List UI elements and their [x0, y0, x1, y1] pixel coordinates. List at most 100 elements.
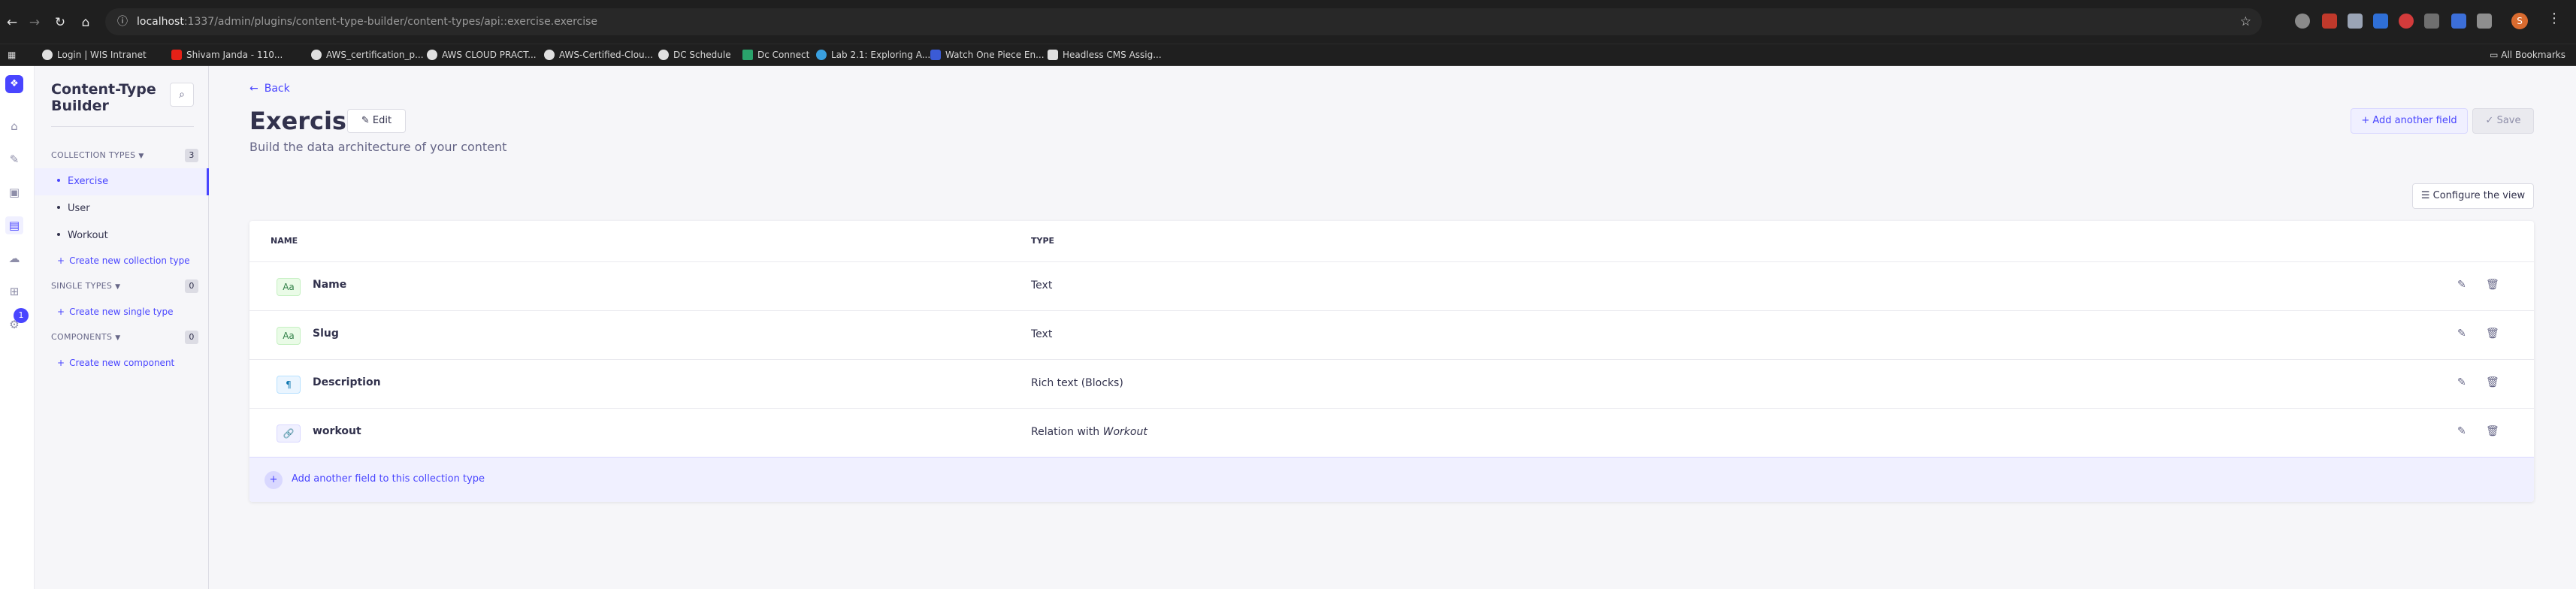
extensions-puzzle-icon[interactable] [2477, 14, 2492, 29]
blocks-field-icon: ¶ [277, 376, 301, 394]
section-components[interactable]: COMPONENTS ▼ 0 [51, 331, 198, 346]
globe-icon [427, 50, 437, 60]
extension-icon[interactable] [2424, 14, 2439, 29]
trash-icon[interactable]: 🗑 [2486, 376, 2499, 388]
apps-grid-icon[interactable]: ▦ [8, 44, 16, 65]
add-another-field-button[interactable]: + Add another field [2351, 108, 2468, 134]
bookmark-item[interactable]: AWS_certification_p... [311, 44, 424, 65]
main-navigation: ❖ ⌂ ✎ ▣ ▤ ☁ ⊞ ⚙ 1 [0, 66, 35, 589]
globe-icon [658, 50, 669, 60]
content-type-builder-icon[interactable]: ▤ [5, 216, 23, 234]
bookmark-item[interactable]: DC Schedule [658, 44, 731, 65]
bookmark-item[interactable]: AWS-Certified-Clou... [544, 44, 653, 65]
field-type: Text [1031, 279, 1053, 291]
pencil-icon[interactable]: ✎ [2457, 328, 2466, 340]
field-type: Relation with Workout [1031, 426, 1147, 438]
configure-view-button[interactable]: ☰ Configure the view [2412, 183, 2534, 209]
relation-target: Workout [1102, 426, 1147, 438]
field-name: Name [313, 279, 347, 291]
add-field-label: Add another field to this collection typ… [292, 473, 485, 485]
search-icon[interactable]: ⌕ [170, 83, 194, 107]
all-bookmarks[interactable]: ▭ All Bookmarks [2490, 44, 2565, 65]
count-badge: 3 [185, 149, 198, 162]
sidebar-item-exercise[interactable]: Exercise [35, 168, 209, 195]
extension-icon[interactable] [2399, 14, 2414, 29]
bookmark-item[interactable]: AWS CLOUD PRACT... [427, 44, 537, 65]
extension-icon[interactable] [2295, 14, 2310, 29]
dc-icon [742, 50, 753, 60]
forward-arrow-icon[interactable]: → [24, 12, 45, 33]
text-field-icon: Aa [277, 327, 301, 345]
browser-menu-icon[interactable]: ⋮ [2547, 11, 2561, 26]
bullet-icon [57, 233, 60, 236]
section-collection-types[interactable]: COLLECTION TYPES ▼ 3 [51, 149, 198, 164]
bookmark-star-icon[interactable]: ☆ [2240, 8, 2251, 35]
marketplace-cart-icon[interactable]: ⊞ [5, 282, 23, 301]
page-subtitle: Build the data architecture of your cont… [249, 140, 507, 154]
create-collection-type-link[interactable]: + Create new collection type [57, 255, 190, 266]
extension-icon[interactable] [2451, 14, 2466, 29]
home-icon[interactable]: ⌂ [5, 117, 23, 135]
extension-icon[interactable] [2373, 14, 2388, 29]
bullet-icon [57, 179, 60, 182]
notification-badge: 1 [14, 308, 29, 323]
site-info-icon[interactable]: ⓘ [117, 8, 128, 35]
pencil-icon[interactable]: ✎ [2457, 376, 2466, 388]
table-row[interactable]: Aa Name Text ✎ 🗑 [249, 261, 2534, 310]
plus-icon: + [57, 358, 65, 368]
chevron-down-icon: ▼ [115, 283, 121, 291]
add-field-row[interactable]: + Add another field to this collection t… [249, 457, 2534, 502]
bookmark-item[interactable]: Dc Connect [742, 44, 809, 65]
section-single-types[interactable]: SINGLE TYPES ▼ 0 [51, 279, 198, 294]
media-library-icon[interactable]: ▣ [5, 183, 23, 201]
plus-circle-icon: + [265, 471, 283, 489]
trash-icon[interactable]: 🗑 [2486, 425, 2499, 437]
globe-icon [544, 50, 555, 60]
cloud-icon [816, 50, 827, 60]
table-row[interactable]: 🔗 workout Relation with Workout ✎ 🗑 [249, 408, 2534, 457]
youtube-icon [171, 50, 182, 60]
address-bar[interactable]: ⓘ localhost:1337/admin/plugins/content-t… [105, 8, 2262, 35]
strapi-admin: ❖ ⌂ ✎ ▣ ▤ ☁ ⊞ ⚙ 1 Content-Type Builder ⌕… [0, 66, 2576, 589]
field-type: Rich text (Blocks) [1031, 377, 1123, 389]
field-name: Slug [313, 328, 339, 340]
pencil-icon[interactable]: ✎ [2457, 279, 2466, 291]
field-type: Text [1031, 328, 1053, 340]
pencil-icon[interactable]: ✎ [2457, 425, 2466, 437]
globe-icon [42, 50, 53, 60]
url-text: localhost:1337/admin/plugins/content-typ… [137, 16, 598, 28]
content-manager-icon[interactable]: ✎ [5, 150, 23, 168]
bookmark-item[interactable]: Watch One Piece En... [930, 44, 1045, 65]
bullet-icon [57, 206, 60, 209]
edit-button[interactable]: ✎ Edit [347, 109, 406, 133]
bookmarks-bar: ▦ Login | WIS Intranet Shivam Janda - 11… [0, 44, 2576, 66]
save-button[interactable]: ✓ Save [2472, 108, 2534, 134]
home-icon[interactable]: ⌂ [75, 12, 96, 33]
page-title: Exercise [249, 107, 363, 135]
fields-table: NAME TYPE Aa Name Text ✎ 🗑 Aa Slug Text … [249, 221, 2534, 502]
create-component-link[interactable]: + Create new component [57, 358, 174, 368]
back-link[interactable]: ← Back [249, 83, 290, 95]
table-row[interactable]: ¶ Description Rich text (Blocks) ✎ 🗑 [249, 359, 2534, 408]
sidebar-item-workout[interactable]: Workout [35, 222, 209, 249]
trash-icon[interactable]: 🗑 [2486, 279, 2499, 291]
bookmark-item[interactable]: Lab 2.1: Exploring A... [816, 44, 930, 65]
bookmark-item[interactable]: Login | WIS Intranet [42, 44, 147, 65]
field-name: workout [313, 425, 361, 437]
bookmark-item[interactable]: Headless CMS Assig... [1048, 44, 1162, 65]
plugins-icon[interactable]: ☁ [5, 249, 23, 267]
table-row[interactable]: Aa Slug Text ✎ 🗑 [249, 310, 2534, 359]
reload-icon[interactable]: ↻ [50, 12, 71, 33]
extension-icon[interactable] [2348, 14, 2363, 29]
bookmark-item[interactable]: Shivam Janda - 110... [171, 44, 283, 65]
trash-icon[interactable]: 🗑 [2486, 328, 2499, 340]
strapi-logo-icon[interactable]: ❖ [5, 75, 23, 93]
sidebar-item-user[interactable]: User [35, 195, 209, 222]
pencil-icon: ✎ [361, 115, 370, 126]
profile-avatar[interactable]: S [2511, 13, 2528, 29]
globe-icon [311, 50, 322, 60]
plus-icon: + [2361, 115, 2370, 126]
back-arrow-icon[interactable]: ← [2, 12, 23, 33]
create-single-type-link[interactable]: + Create new single type [57, 307, 174, 317]
extension-icon[interactable] [2322, 14, 2337, 29]
